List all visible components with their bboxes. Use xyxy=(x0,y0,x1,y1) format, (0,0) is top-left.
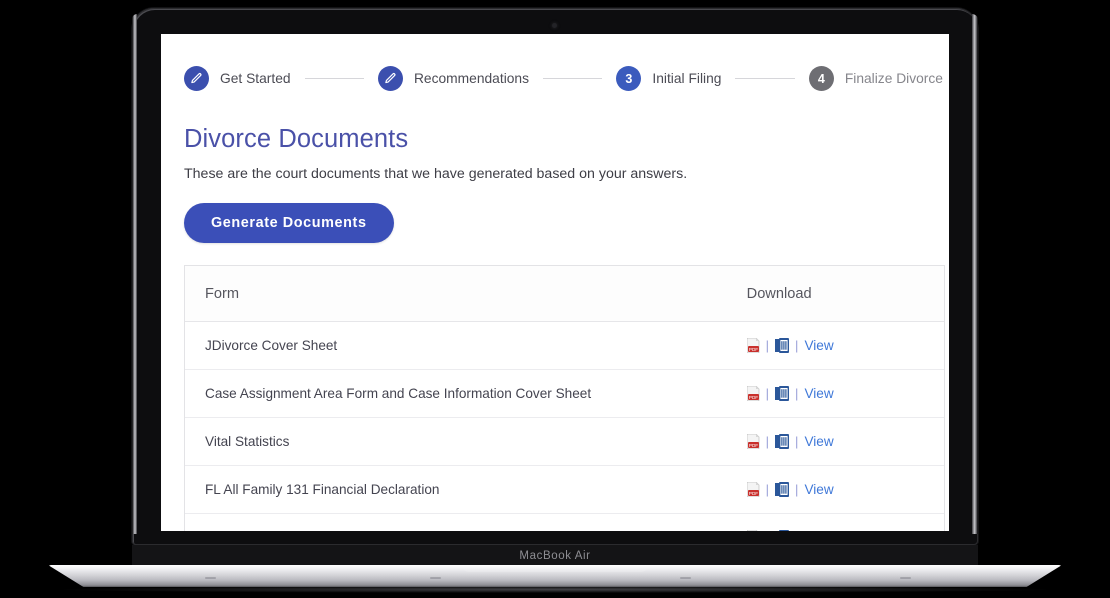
documents-table-card: Form Download JDivorce Cover Sheet PDF |… xyxy=(184,265,945,531)
stepper-step-get-started[interactable]: Get Started xyxy=(184,66,291,91)
webcam-icon xyxy=(552,23,557,28)
page-content: Get Started Recommendations 3 Initial Fi… xyxy=(161,34,949,531)
screenshot-stage: Get Started Recommendations 3 Initial Fi… xyxy=(0,0,1110,598)
column-header-form: Form xyxy=(185,266,747,322)
action-separator: | xyxy=(766,530,769,531)
table-header-row: Form Download xyxy=(185,266,944,322)
action-separator: | xyxy=(795,482,799,497)
pdf-download-icon[interactable]: PDF xyxy=(746,434,760,449)
laptop-base-notch xyxy=(462,565,648,572)
step-badge-recommendations xyxy=(377,66,403,91)
generate-documents-button[interactable]: Generate Documents xyxy=(184,203,394,243)
word-download-icon[interactable] xyxy=(775,434,790,449)
stepper-label-finalize-divorce: Finalize Divorce xyxy=(844,71,943,86)
pdf-download-icon[interactable]: PDF xyxy=(746,386,760,401)
laptop-base-foot xyxy=(430,577,441,579)
svg-text:PDF: PDF xyxy=(749,347,758,352)
view-link[interactable]: View xyxy=(804,530,833,531)
word-download-icon[interactable] xyxy=(775,386,790,401)
action-separator: | xyxy=(765,434,770,449)
action-separator: | xyxy=(795,530,798,531)
documents-table: Form Download JDivorce Cover Sheet PDF |… xyxy=(185,266,944,531)
stepper-connector-3 xyxy=(735,78,795,79)
view-link[interactable]: View xyxy=(804,386,833,401)
cell-download-actions: PDF | xyxy=(746,465,944,514)
word-download-icon[interactable] xyxy=(775,338,790,353)
cell-download-actions: PDF | xyxy=(746,321,944,370)
laptop-brand-strip: MacBook Air xyxy=(132,545,978,567)
pdf-download-icon[interactable]: PDF xyxy=(746,338,760,353)
step-badge-initial-filing: 3 xyxy=(616,66,642,91)
word-download-icon[interactable] xyxy=(775,482,790,497)
page-subtitle: These are the court documents that we ha… xyxy=(184,166,688,182)
action-separator: | xyxy=(765,386,770,401)
pdf-download-icon[interactable]: PDF xyxy=(746,482,760,497)
stepper-step-initial-filing[interactable]: 3 Initial Filing xyxy=(616,66,721,91)
action-separator: | xyxy=(765,338,770,353)
browser-screen: Get Started Recommendations 3 Initial Fi… xyxy=(161,34,949,531)
view-link[interactable]: View xyxy=(804,338,833,353)
stepper-connector-1 xyxy=(304,78,364,79)
stepper-step-finalize-divorce[interactable]: 4 Finalize Divorce xyxy=(808,66,943,91)
action-separator: | xyxy=(795,338,799,353)
laptop-base-foot xyxy=(900,577,911,579)
cell-form-name: JDivorce Cover Sheet xyxy=(185,321,747,370)
view-link[interactable]: View xyxy=(804,482,833,497)
word-download-icon[interactable] xyxy=(775,530,790,531)
cell-form-name: Vital Statistics xyxy=(185,417,747,466)
step-badge-finalize-divorce: 4 xyxy=(808,66,834,91)
table-row: FL All Family 131 Financial Declaration xyxy=(185,465,944,514)
pencil-icon xyxy=(384,72,397,85)
pdf-download-icon[interactable]: PDF xyxy=(746,530,760,531)
table-row: FL All Family 011 Sealed Financial Sourc… xyxy=(185,513,944,531)
laptop-base-foot xyxy=(680,577,691,579)
laptop-base-foot xyxy=(205,577,216,579)
documents-table-body: JDivorce Cover Sheet PDF | | View Case A… xyxy=(185,321,944,531)
cell-form-name: FL All Family 011 Sealed Financial Sourc… xyxy=(185,513,747,531)
svg-text:PDF: PDF xyxy=(749,491,758,496)
cell-form-name: FL All Family 131 Financial Declaration xyxy=(185,465,747,514)
action-separator: | xyxy=(765,482,770,497)
action-separator: | xyxy=(795,434,799,449)
stepper-label-recommendations: Recommendations xyxy=(413,71,529,86)
cell-form-name: Case Assignment Area Form and Case Infor… xyxy=(185,369,747,418)
svg-text:PDF: PDF xyxy=(749,443,758,448)
laptop-base-shadow xyxy=(64,586,1046,593)
step-badge-get-started xyxy=(184,66,209,91)
laptop-lid-edge-left xyxy=(132,14,137,534)
device-brand-label: MacBook Air xyxy=(519,550,591,562)
cell-download-actions: PDF | xyxy=(746,513,944,531)
laptop-lid-edge-right xyxy=(972,14,978,534)
table-row: Vital Statistics PDF | | View xyxy=(185,417,944,466)
view-link[interactable]: View xyxy=(804,434,833,449)
action-separator: | xyxy=(795,386,799,401)
stepper-label-get-started: Get Started xyxy=(220,71,291,86)
table-row: JDivorce Cover Sheet PDF | | View xyxy=(185,321,944,370)
cell-download-actions: PDF | xyxy=(746,369,944,418)
stepper-label-initial-filing: Initial Filing xyxy=(652,71,722,86)
table-row: Case Assignment Area Form and Case Infor… xyxy=(185,369,944,418)
page-title: Divorce Documents xyxy=(184,125,409,153)
documents-table-head: Form Download xyxy=(185,266,944,322)
pencil-icon xyxy=(190,72,203,85)
stepper-connector-2 xyxy=(543,78,603,79)
svg-text:PDF: PDF xyxy=(749,395,758,400)
stepper-step-recommendations[interactable]: Recommendations xyxy=(377,66,529,91)
progress-stepper: Get Started Recommendations 3 Initial Fi… xyxy=(161,34,949,91)
cell-download-actions: PDF | xyxy=(746,417,944,466)
column-header-download: Download xyxy=(746,266,944,322)
